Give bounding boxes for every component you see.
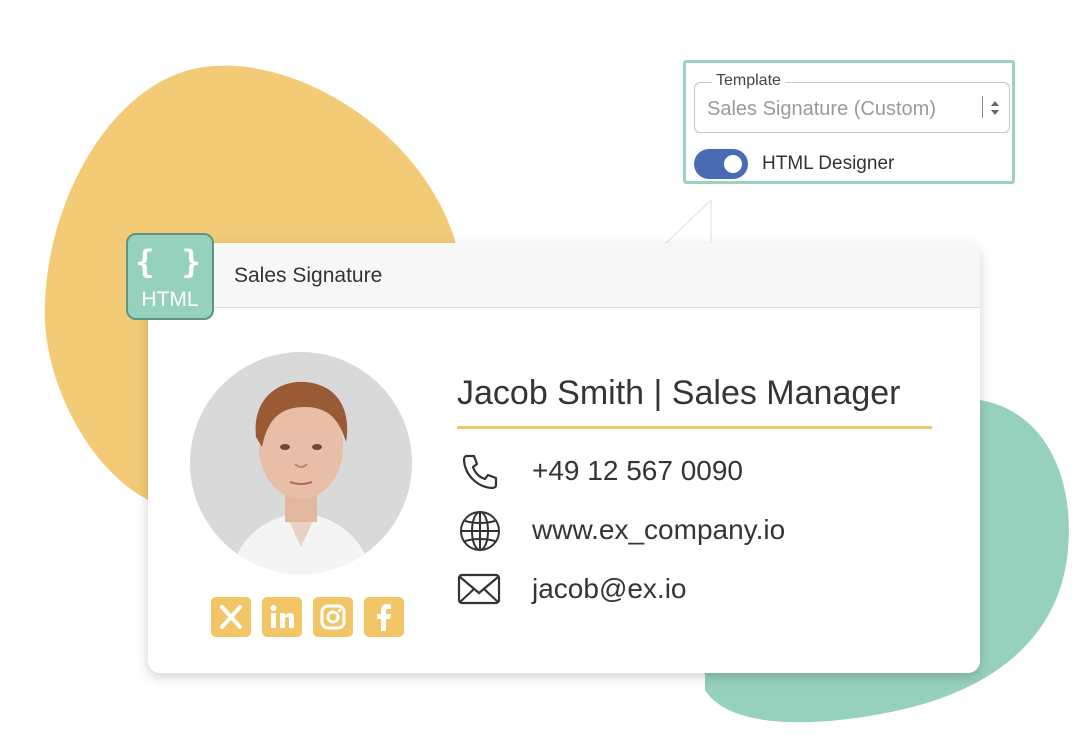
toggle-knob (724, 155, 742, 173)
email-link[interactable]: jacob@ex.io (532, 573, 687, 605)
html-designer-label: HTML Designer (762, 153, 895, 174)
html-designer-toggle[interactable] (694, 149, 748, 179)
phone-icon (462, 454, 498, 490)
card-header: Sales Signature (148, 243, 980, 308)
instagram-icon[interactable] (313, 597, 353, 637)
popup-tail (663, 198, 712, 245)
website-link[interactable]: www.ex_company.io (532, 514, 785, 546)
html-badge: { } HTML (126, 233, 214, 320)
name-underline (457, 426, 932, 429)
template-popup: Template Sales Signature (Custom) HTML D… (683, 60, 1015, 184)
template-selected-value: Sales Signature (Custom) (707, 98, 936, 120)
x-icon[interactable] (211, 597, 251, 637)
phone-number: +49 12 567 0090 (532, 455, 743, 486)
facebook-icon[interactable] (364, 597, 404, 637)
card-title: Sales Signature (234, 264, 383, 287)
sort-arrows-icon[interactable] (989, 99, 1001, 117)
template-label: Template (712, 72, 785, 90)
code-braces-icon: { } (135, 243, 205, 281)
avatar (190, 352, 412, 574)
globe-icon (460, 511, 500, 551)
mail-icon (457, 573, 501, 605)
select-divider (982, 96, 983, 118)
badge-label: HTML (141, 288, 199, 311)
template-select[interactable]: Template Sales Signature (Custom) (694, 72, 1010, 133)
linkedin-icon[interactable] (262, 597, 302, 637)
signature-name-title: Jacob Smith | Sales Manager (457, 374, 901, 412)
